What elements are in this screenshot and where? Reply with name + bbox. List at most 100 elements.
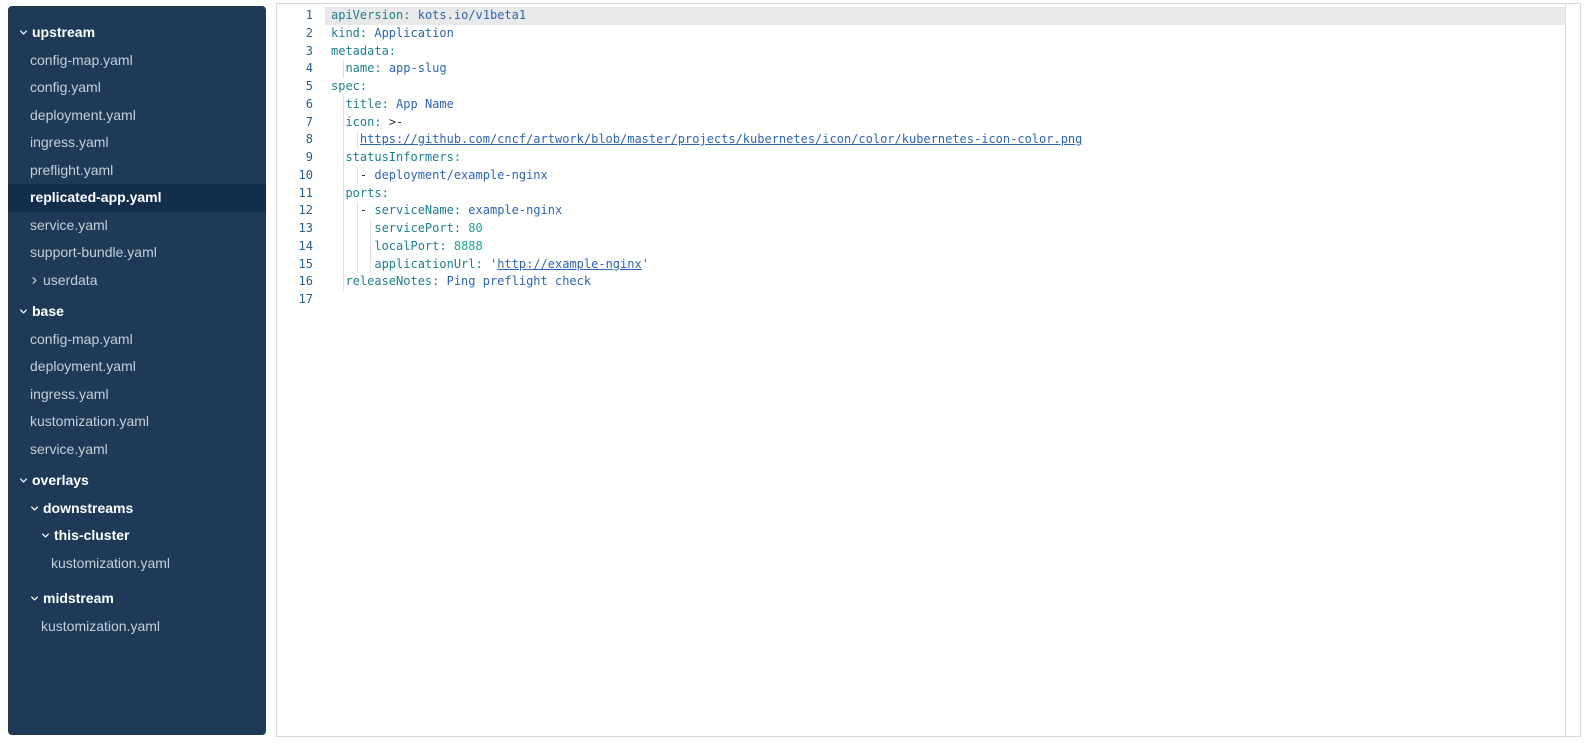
line-number: 3 — [277, 43, 313, 61]
tree-file-service-yaml[interactable]: service.yaml — [8, 436, 266, 464]
code-line[interactable]: apiVersion: kots.io/v1beta1 — [325, 7, 1566, 25]
tree-item-label: deployment.yaml — [30, 353, 136, 381]
tree-file-ingress-yaml[interactable]: ingress.yaml — [8, 381, 266, 409]
tree-item-label: base — [32, 298, 64, 326]
line-number: 6 — [277, 96, 313, 114]
tree-file-deployment-yaml[interactable]: deployment.yaml — [8, 353, 266, 381]
chevron-down-icon — [19, 307, 32, 316]
indent-guide — [343, 96, 344, 114]
line-number: 10 — [277, 167, 313, 185]
tree-item-label: config-map.yaml — [30, 326, 133, 354]
code-token: applicationUrl: — [374, 257, 482, 271]
code-token: - — [360, 203, 374, 217]
tree-folder-base[interactable]: base — [8, 298, 266, 326]
tree-folder-this-cluster[interactable]: this-cluster — [8, 522, 266, 550]
editor-scrollbar-track[interactable] — [1565, 4, 1580, 736]
code-line[interactable]: name: app-slug — [325, 60, 1566, 78]
tree-file-kustomization-yaml[interactable]: kustomization.yaml — [8, 550, 266, 578]
tree-item-label: support-bundle.yaml — [30, 239, 157, 267]
code-line[interactable]: - deployment/example-nginx — [325, 167, 1566, 185]
tree-item-label: ingress.yaml — [30, 381, 109, 409]
tree-folder-midstream[interactable]: midstream — [8, 585, 266, 613]
tree-file-ingress-yaml[interactable]: ingress.yaml — [8, 129, 266, 157]
indent-guide — [343, 238, 344, 256]
indent-guide — [370, 238, 371, 256]
code-token: spec: — [331, 79, 367, 93]
code-line[interactable]: statusInformers: — [325, 149, 1566, 167]
code-line[interactable]: spec: — [325, 78, 1566, 96]
code-token: metadata: — [331, 44, 396, 58]
tree-file-deployment-yaml[interactable]: deployment.yaml — [8, 102, 266, 130]
code-line[interactable]: kind: Application — [325, 25, 1566, 43]
code-token — [382, 115, 389, 129]
code-line[interactable]: applicationUrl: 'http://example-nginx' — [325, 256, 1566, 274]
code-token — [331, 257, 374, 271]
code-line[interactable]: ports: — [325, 185, 1566, 203]
indent-guide — [343, 273, 344, 291]
tree-file-preflight-yaml[interactable]: preflight.yaml — [8, 157, 266, 185]
tree-item-label: preflight.yaml — [30, 157, 113, 185]
line-number: 11 — [277, 185, 313, 203]
code-line[interactable]: icon: >- — [325, 114, 1566, 132]
indent-guide — [343, 202, 344, 220]
tree-item-label: service.yaml — [30, 212, 108, 240]
tree-item-label: config-map.yaml — [30, 47, 133, 75]
code-token: apiVersion: — [331, 8, 410, 22]
code-line[interactable]: https://github.com/cncf/artwork/blob/mas… — [325, 131, 1566, 149]
indent-guide — [357, 202, 358, 220]
code-line[interactable]: title: App Name — [325, 96, 1566, 114]
chevron-down-icon — [41, 531, 54, 540]
chevron-down-icon — [19, 28, 32, 37]
tree-folder-upstream[interactable]: upstream — [8, 19, 266, 47]
tree-item-label: kustomization.yaml — [30, 408, 149, 436]
indent-guide — [357, 167, 358, 185]
code-area[interactable]: apiVersion: kots.io/v1beta1kind: Applica… — [325, 7, 1566, 736]
tree-folder-downstreams[interactable]: downstreams — [8, 495, 266, 523]
code-link[interactable]: http://example-nginx — [497, 257, 642, 271]
tree-file-replicated-app-yaml[interactable]: replicated-app.yaml — [8, 184, 266, 212]
indent-guide — [343, 220, 344, 238]
code-token: example-nginx — [468, 203, 562, 217]
line-number: 16 — [277, 273, 313, 291]
code-token: name: — [345, 61, 381, 75]
code-token: deployment/example-nginx — [374, 168, 547, 182]
indent-guide — [357, 131, 358, 149]
line-number-gutter: 1234567891011121314151617 — [277, 7, 313, 309]
tree-file-support-bundle-yaml[interactable]: support-bundle.yaml — [8, 239, 266, 267]
tree-folder-overlays[interactable]: overlays — [8, 467, 266, 495]
line-number: 9 — [277, 149, 313, 167]
indent-guide — [343, 131, 344, 149]
code-token: releaseNotes: — [345, 274, 439, 288]
code-line[interactable] — [325, 291, 1566, 309]
chevron-down-icon — [30, 504, 43, 513]
code-line[interactable]: metadata: — [325, 43, 1566, 61]
line-number: 7 — [277, 114, 313, 132]
tree-file-config-map-yaml[interactable]: config-map.yaml — [8, 47, 266, 75]
code-token: kots.io/v1beta1 — [418, 8, 526, 22]
code-line[interactable]: releaseNotes: Ping preflight check — [325, 273, 1566, 291]
code-line[interactable]: servicePort: 80 — [325, 220, 1566, 238]
code-link[interactable]: https://github.com/cncf/artwork/blob/mas… — [360, 132, 1082, 146]
tree-file-config-yaml[interactable]: config.yaml — [8, 74, 266, 102]
tree-file-kustomization-yaml[interactable]: kustomization.yaml — [8, 408, 266, 436]
tree-file-service-yaml[interactable]: service.yaml — [8, 212, 266, 240]
tree-item-label: kustomization.yaml — [51, 550, 170, 578]
tree-item-label: kustomization.yaml — [41, 613, 160, 641]
code-line[interactable]: - serviceName: example-nginx — [325, 202, 1566, 220]
code-token: statusInformers: — [345, 150, 461, 164]
tree-file-config-map-yaml[interactable]: config-map.yaml — [8, 326, 266, 354]
code-token — [389, 97, 396, 111]
chevron-down-icon — [19, 476, 32, 485]
code-token: servicePort: — [374, 221, 461, 235]
code-token: kind: — [331, 26, 367, 40]
tree-item-label: replicated-app.yaml — [30, 184, 162, 212]
indent-guide — [357, 238, 358, 256]
line-number: 5 — [277, 78, 313, 96]
code-editor[interactable]: 1234567891011121314151617 apiVersion: ko… — [276, 3, 1581, 737]
tree-folder-userdata[interactable]: userdata — [8, 267, 266, 295]
tree-item-label: midstream — [43, 585, 114, 613]
code-token: title: — [345, 97, 388, 111]
code-line[interactable]: localPort: 8888 — [325, 238, 1566, 256]
code-token: >- — [389, 115, 403, 129]
tree-file-kustomization-yaml[interactable]: kustomization.yaml — [8, 613, 266, 641]
